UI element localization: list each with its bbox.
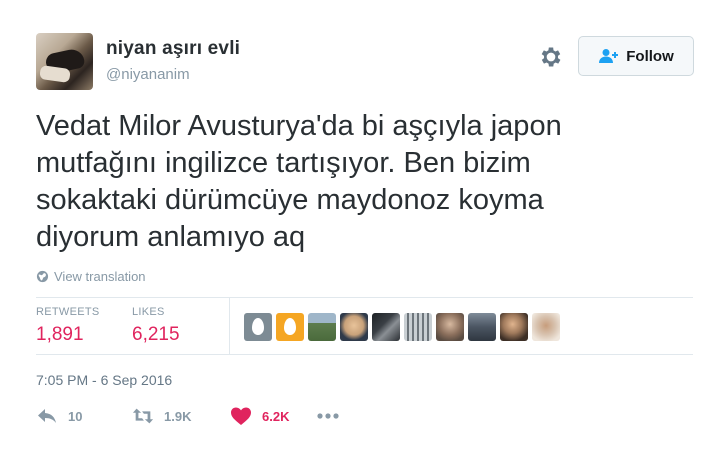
retweet-button[interactable]: 1.9K — [132, 406, 230, 426]
follow-button-label: Follow — [626, 47, 674, 65]
likes-count: 6,215 — [132, 324, 180, 345]
likes-label: LIKES — [132, 306, 165, 318]
user-display-name[interactable]: niyan aşırı evli — [106, 38, 240, 60]
retweets-stat[interactable]: RETWEETS 1,891 — [36, 306, 100, 346]
globe-icon — [36, 270, 49, 283]
reply-button[interactable]: 10 — [36, 406, 132, 426]
liker-avatar[interactable] — [276, 313, 304, 341]
egg-icon — [252, 318, 264, 335]
likes-stat[interactable]: LIKES 6,215 — [132, 306, 180, 346]
heart-icon — [231, 407, 251, 425]
divider — [229, 298, 230, 354]
more-dots-icon — [317, 413, 339, 419]
gear-icon[interactable] — [538, 44, 564, 70]
liker-avatar[interactable] — [404, 313, 432, 341]
retweet-count: 1.9K — [164, 408, 192, 424]
retweet-icon — [132, 408, 154, 424]
likers-avatar-list — [244, 313, 560, 341]
divider — [36, 354, 693, 355]
liker-avatar[interactable] — [468, 313, 496, 341]
retweets-count: 1,891 — [36, 324, 84, 345]
follow-button[interactable]: Follow — [578, 36, 694, 76]
view-translation-link[interactable]: View translation — [36, 269, 146, 284]
reply-icon — [38, 409, 56, 423]
avatar-shape — [39, 64, 71, 84]
liker-avatar[interactable] — [532, 313, 560, 341]
tweet-actions: 10 1.9K 6.2K — [36, 406, 340, 426]
egg-icon — [284, 318, 296, 335]
view-translation-label: View translation — [54, 269, 146, 284]
like-count: 6.2K — [262, 408, 290, 424]
user-avatar[interactable] — [36, 33, 93, 90]
reply-count: 10 — [68, 408, 83, 424]
divider — [36, 297, 693, 298]
liker-avatar[interactable] — [436, 313, 464, 341]
user-handle[interactable]: @niyananim — [106, 66, 190, 83]
more-options-button[interactable] — [316, 412, 340, 420]
liker-avatar[interactable] — [500, 313, 528, 341]
tweet-text: Vedat Milor Avusturya'da bi aşçıyla japo… — [36, 110, 562, 253]
retweets-label: RETWEETS — [36, 306, 100, 318]
tweet-timestamp[interactable]: 7:05 PM - 6 Sep 2016 — [36, 372, 172, 388]
like-button[interactable]: 6.2K — [230, 406, 316, 426]
add-user-icon — [599, 49, 619, 63]
liker-avatar[interactable] — [308, 313, 336, 341]
liker-avatar[interactable] — [372, 313, 400, 341]
liker-avatar[interactable] — [244, 313, 272, 341]
liker-avatar[interactable] — [340, 313, 368, 341]
